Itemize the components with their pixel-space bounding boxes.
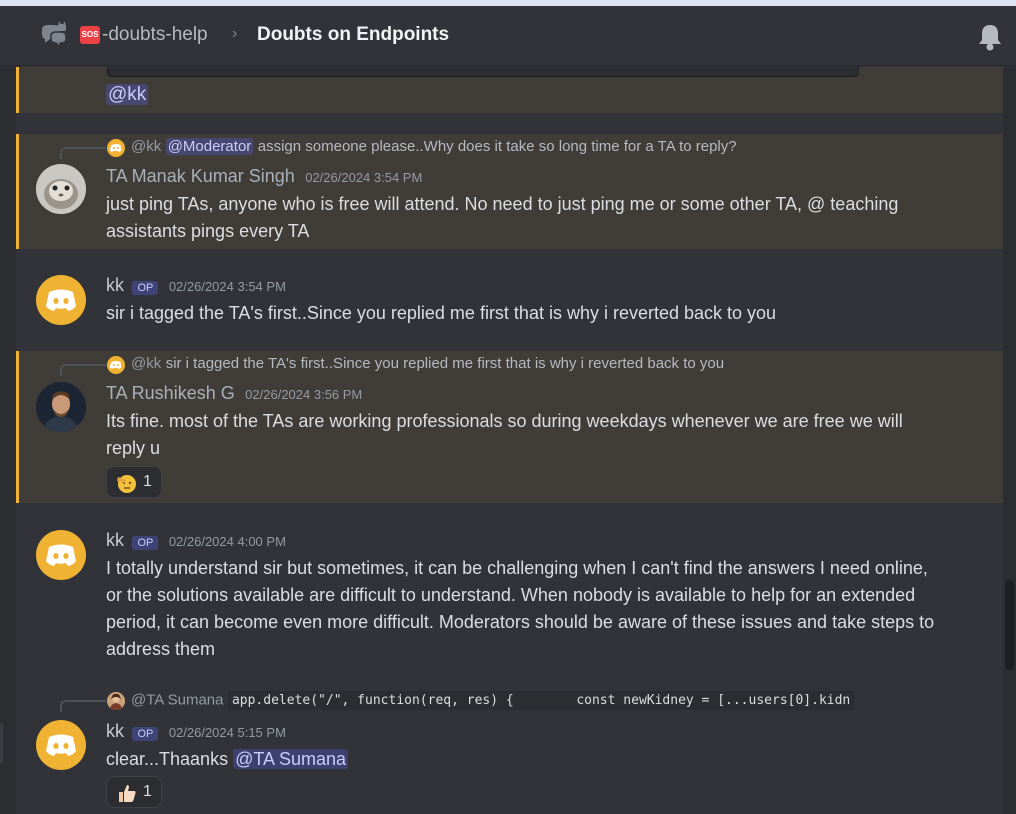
op-badge: OP: [132, 536, 159, 550]
message-text: I totally understand sir but sometimes, …: [106, 558, 935, 659]
avatar[interactable]: [36, 164, 86, 214]
message-text: clear...Thaanks @TA Sumana: [106, 746, 349, 773]
reply-author[interactable]: @kk: [131, 138, 161, 155]
scrollbar-thumb[interactable]: [1005, 580, 1014, 670]
role-mention[interactable]: @Moderator: [165, 138, 254, 155]
chevron-right-icon: ›: [232, 25, 238, 42]
notification-bell-icon[interactable]: [976, 22, 1004, 52]
code-block-edge: [107, 67, 859, 77]
reply-code: app.delete("/", function(req, res) { con…: [227, 691, 855, 710]
reply-text: sir i tagged the TA's first..Since you r…: [165, 355, 725, 372]
thread-title: Doubts on Endpoints: [257, 24, 450, 45]
sos-emoji-icon: SOS: [80, 26, 100, 44]
timestamp: 02/26/2024 4:00 PM: [168, 534, 286, 549]
thread-header: SOS -doubts-help › Doubts on Endpoints: [0, 6, 1016, 66]
author-name[interactable]: kk: [106, 721, 124, 741]
reaction-button[interactable]: 1: [106, 466, 162, 498]
reply-preview[interactable]: @kk @Moderator assign someone please..Wh…: [131, 138, 737, 156]
discord-logo-icon: [46, 734, 76, 756]
left-rail: [0, 67, 16, 814]
saluting-face-icon: [117, 475, 136, 493]
reply-spine: [60, 700, 106, 712]
messages-scroller[interactable]: @kk @kk @Moderator assign someone please…: [0, 67, 1016, 814]
timestamp: 02/26/2024 3:56 PM: [245, 387, 363, 402]
message-body: clear...Thaanks: [106, 749, 229, 769]
reaction-count: 1: [143, 783, 152, 800]
avatar[interactable]: [36, 530, 86, 580]
author-name[interactable]: TA Rushikesh G: [106, 383, 235, 403]
avatar[interactable]: [36, 275, 86, 325]
timestamp: 02/26/2024 3:54 PM: [168, 279, 286, 294]
avatar[interactable]: [36, 720, 86, 770]
discord-logo-icon: [46, 289, 76, 311]
message-text: just ping TAs, anyone who is free will a…: [106, 194, 899, 241]
parent-channel-link[interactable]: -doubts-help: [102, 24, 208, 46]
reply-text: assign someone please..Why does it take …: [257, 138, 737, 155]
reaction-count: 1: [143, 473, 152, 490]
discord-avatar-icon: [107, 356, 125, 374]
left-edge-handle: [0, 723, 3, 763]
reply-author[interactable]: @TA Sumana: [131, 692, 224, 709]
reply-spine: [60, 364, 106, 376]
reply-spine: [60, 147, 106, 159]
message-text: sir i tagged the TA's first..Since you r…: [106, 303, 777, 323]
author-name[interactable]: kk: [106, 275, 124, 295]
author-name[interactable]: kk: [106, 530, 124, 550]
reply-preview[interactable]: @kk sir i tagged the TA's first..Since y…: [131, 355, 724, 373]
user-mention[interactable]: @kk: [106, 84, 149, 106]
thumbs-up-icon: [119, 785, 136, 802]
author-name[interactable]: TA Manak Kumar Singh: [106, 166, 295, 186]
timestamp: 02/26/2024 5:15 PM: [168, 725, 286, 740]
scrollbar-track[interactable]: [1003, 67, 1016, 814]
op-badge: OP: [132, 281, 159, 295]
reply-author[interactable]: @kk: [131, 355, 161, 372]
user-mention[interactable]: @TA Sumana: [233, 749, 349, 769]
avatar-small: [107, 692, 125, 710]
discord-avatar-icon: [107, 139, 125, 157]
reply-preview[interactable]: @TA Sumana app.delete("/", function(req,…: [131, 691, 855, 710]
threads-icon[interactable]: [38, 22, 68, 50]
discord-logo-icon: [46, 544, 76, 566]
reaction-button[interactable]: 1: [106, 776, 162, 808]
timestamp: 02/26/2024 3:54 PM: [305, 170, 423, 185]
message-text: Its fine. most of the TAs are working pr…: [106, 411, 903, 458]
op-badge: OP: [132, 727, 159, 741]
avatar[interactable]: [36, 382, 86, 432]
